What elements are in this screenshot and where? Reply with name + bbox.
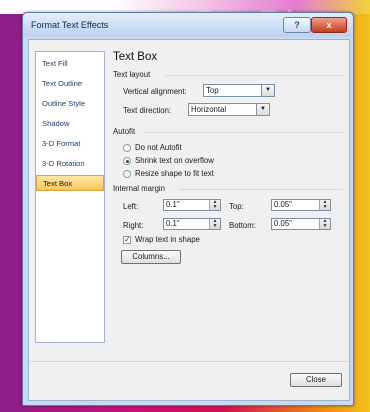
divider xyxy=(165,75,343,76)
autofit-radio-resize[interactable] xyxy=(123,170,131,178)
wrap-text-label: Wrap text in shape xyxy=(135,235,200,244)
section-label: Autofit xyxy=(113,127,136,136)
bottom-margin-label: Bottom: xyxy=(229,221,256,230)
chevron-down-icon: ▼ xyxy=(261,85,274,96)
spinner-arrows-icon[interactable]: ▲ ▼ xyxy=(319,219,330,229)
bottom-margin-value: 0.05" xyxy=(274,219,292,228)
spinner-arrows-icon[interactable]: ▲ ▼ xyxy=(319,200,330,210)
dialog-client-area: Text Fill Text Outline Outline Style Sha… xyxy=(28,39,350,401)
vertical-alignment-value: Top xyxy=(206,86,219,95)
top-margin-input[interactable]: 0.05" ▲ ▼ xyxy=(271,199,331,211)
divider xyxy=(143,132,343,133)
category-list: Text Fill Text Outline Outline Style Sha… xyxy=(35,51,105,343)
right-margin-input[interactable]: 0.1" ▲ ▼ xyxy=(163,218,221,230)
section-label: Internal margin xyxy=(113,184,166,193)
autofit-radio-none[interactable] xyxy=(123,144,131,152)
nav-item-3d-format[interactable]: 3-D Format xyxy=(36,136,104,152)
top-margin-label: Top: xyxy=(229,202,244,211)
vertical-alignment-select[interactable]: Top ▼ xyxy=(203,84,275,97)
left-margin-label: Left: xyxy=(123,202,139,211)
nav-item-text-outline[interactable]: Text Outline xyxy=(36,76,104,92)
columns-button[interactable]: Columns... xyxy=(121,250,181,264)
divider xyxy=(179,189,343,190)
text-direction-value: Horizontal xyxy=(191,105,227,114)
nav-item-text-fill[interactable]: Text Fill xyxy=(36,56,104,72)
section-internal-margin: Internal margin xyxy=(113,184,343,195)
text-direction-label: Text direction: xyxy=(123,106,172,115)
panel-heading: Text Box xyxy=(113,51,158,63)
footer-divider xyxy=(29,361,349,362)
spinner-arrows-icon[interactable]: ▲ ▼ xyxy=(209,219,220,229)
format-text-effects-dialog: Format Text Effects ? x Text Fill Text O… xyxy=(22,12,354,406)
nav-item-text-box[interactable]: Text Box xyxy=(36,175,104,191)
right-margin-label: Right: xyxy=(123,221,144,230)
top-margin-value: 0.05" xyxy=(274,200,292,209)
nav-item-shadow[interactable]: Shadow xyxy=(36,116,104,132)
close-window-button[interactable]: x xyxy=(311,17,347,33)
autofit-radio-shrink[interactable] xyxy=(123,157,131,165)
spinner-arrows-icon[interactable]: ▲ ▼ xyxy=(209,200,220,210)
autofit-option-label: Do not Autofit xyxy=(135,143,182,152)
title-bar: Format Text Effects ? x xyxy=(23,13,353,37)
left-margin-input[interactable]: 0.1" ▲ ▼ xyxy=(163,199,221,211)
bottom-margin-input[interactable]: 0.05" ▲ ▼ xyxy=(271,218,331,230)
help-button[interactable]: ? xyxy=(283,17,311,33)
autofit-option-label: Resize shape to fit text xyxy=(135,169,214,178)
close-button[interactable]: Close xyxy=(290,373,342,387)
nav-item-outline-style[interactable]: Outline Style xyxy=(36,96,104,112)
section-text-layout: Text layout xyxy=(113,70,343,81)
text-direction-select[interactable]: Horizontal ▼ xyxy=(188,103,270,116)
wrap-text-checkbox[interactable]: ✓ xyxy=(123,236,131,244)
autofit-option-label: Shrink text on overflow xyxy=(135,156,214,165)
vertical-alignment-label: Vertical alignment: xyxy=(123,87,187,96)
section-autofit: Autofit xyxy=(113,127,343,138)
section-label: Text layout xyxy=(113,70,151,79)
right-margin-value: 0.1" xyxy=(166,219,180,228)
nav-item-3d-rotation[interactable]: 3-D Rotation xyxy=(36,156,104,172)
left-margin-value: 0.1" xyxy=(166,200,180,209)
dialog-title: Format Text Effects xyxy=(31,20,109,30)
chevron-down-icon: ▼ xyxy=(256,104,269,115)
